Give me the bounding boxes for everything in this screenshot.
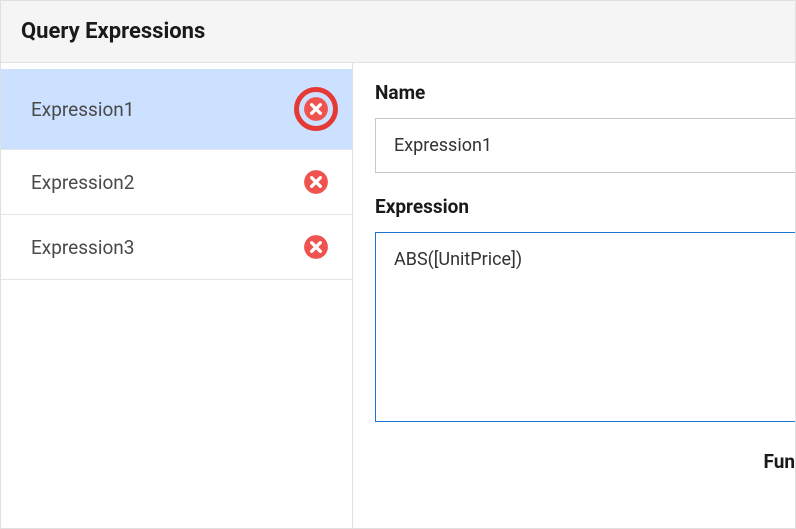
expressions-list: Expression1 Expression2: [1, 63, 353, 528]
query-expressions-panel: Query Expressions Expression1 Expression…: [0, 0, 796, 529]
expression-item-label: Expression2: [31, 171, 134, 194]
expression-item[interactable]: Expression3: [1, 215, 352, 280]
panel-title: Query Expressions: [21, 19, 775, 44]
close-circle-icon: [303, 169, 329, 195]
expression-section: Expression: [375, 195, 795, 426]
panel-content: Expression1 Expression2: [1, 63, 795, 528]
expression-item-label: Expression3: [31, 236, 134, 259]
close-circle-icon: [303, 234, 329, 260]
expression-label: Expression: [375, 195, 795, 218]
delete-highlight-ring: [294, 87, 338, 131]
expression-editor: Name Expression Fun: [353, 63, 795, 528]
panel-header: Query Expressions: [1, 1, 795, 63]
expression-item[interactable]: Expression2: [1, 150, 352, 215]
close-circle-icon: [303, 96, 329, 122]
delete-expression-button[interactable]: [302, 168, 330, 196]
expression-item-label: Expression1: [31, 98, 134, 121]
expression-textarea[interactable]: [375, 232, 795, 422]
expression-item[interactable]: Expression1: [1, 69, 352, 150]
delete-expression-button[interactable]: [302, 233, 330, 261]
name-input[interactable]: [375, 118, 795, 173]
functions-label: Fun: [375, 450, 795, 473]
delete-expression-button[interactable]: [302, 95, 330, 123]
name-label: Name: [375, 81, 795, 104]
